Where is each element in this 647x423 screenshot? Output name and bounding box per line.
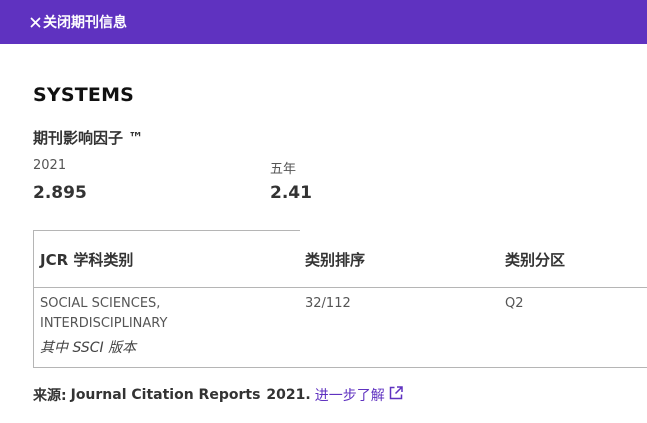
table-top-border [33, 230, 300, 231]
column-header-rank: 类别排序 [305, 251, 366, 269]
learn-more-link[interactable]: 进一步了解 [315, 385, 404, 405]
source-year: 2021. [266, 387, 311, 403]
close-journal-info-button[interactable]: 关闭期刊信息 [30, 12, 127, 32]
five-year-value: 2.41 [270, 183, 312, 203]
source-name: Journal Citation Reports [70, 387, 261, 403]
table-left-border [33, 230, 34, 367]
table-bottom-border [33, 367, 647, 368]
edition-cell: 其中 SSCI 版本 [40, 340, 137, 356]
source-line: 来源: Journal Citation Reports 2021. 进一步了解 [33, 385, 404, 405]
category-cell: SOCIAL SCIENCES, INTERDISCIPLINARY [40, 296, 168, 331]
table-header-divider [33, 287, 647, 288]
column-header-category: JCR 学科类别 [40, 251, 134, 269]
five-year-label: 五年 [270, 162, 297, 177]
close-icon [30, 17, 41, 28]
learn-more-label: 进一步了解 [314, 388, 385, 404]
source-prefix: 来源: [33, 388, 67, 404]
rank-cell: 32/112 [305, 296, 351, 311]
journal-title: SYSTEMS [33, 84, 135, 106]
close-journal-info-label: 关闭期刊信息 [43, 15, 127, 31]
column-header-quartile: 类别分区 [505, 251, 566, 269]
top-bar: 关闭期刊信息 [0, 0, 647, 44]
impact-year-value: 2.895 [33, 183, 87, 203]
impact-factor-heading: 期刊影响因子 ™ [33, 129, 144, 147]
impact-year-label: 2021 [33, 158, 67, 173]
external-link-icon [388, 385, 404, 405]
quartile-cell: Q2 [505, 296, 524, 311]
